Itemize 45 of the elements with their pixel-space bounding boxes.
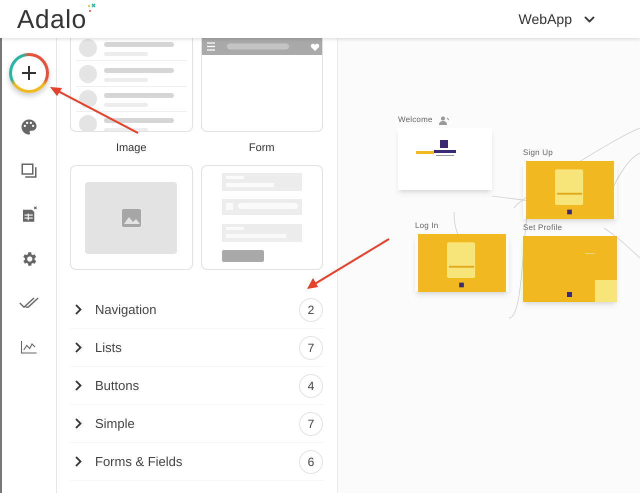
profile-screen-thumbnail[interactable]: [523, 236, 617, 302]
component-label: Form: [248, 141, 276, 156]
screen-title: Welcome: [398, 114, 433, 126]
sparkle-icon: [86, 3, 97, 13]
app-switcher[interactable]: WebApp: [518, 8, 595, 30]
category-row[interactable]: Simple 7: [70, 405, 323, 443]
logo[interactable]: Adalo: [17, 6, 87, 32]
screen-title: Set Profile: [523, 222, 562, 234]
form-screen-thumbnail[interactable]: [523, 161, 617, 219]
category-label: Lists: [95, 338, 122, 357]
chevron-right-icon: [75, 380, 82, 391]
double-check-icon: [19, 296, 39, 310]
welcome-screen-thumbnail[interactable]: [398, 128, 492, 190]
category-row[interactable]: Forms & Fields 6: [70, 443, 323, 481]
form-component-card[interactable]: [200, 165, 323, 270]
chart-icon: [20, 339, 38, 355]
app-bar-component-card[interactable]: [200, 38, 323, 132]
count-badge: 7: [299, 336, 323, 360]
add-button[interactable]: [9, 53, 49, 93]
count-badge: 2: [299, 298, 323, 322]
plus-icon: [21, 65, 37, 81]
category-label: Navigation: [95, 300, 156, 319]
count-badge: 7: [299, 412, 323, 436]
image-component-card[interactable]: [70, 165, 192, 270]
chevron-down-icon: [584, 16, 595, 22]
count-badge: 6: [299, 450, 323, 474]
category-row[interactable]: Buttons 4: [70, 367, 323, 405]
category-row[interactable]: Lists 7: [70, 329, 323, 367]
user-icon: [438, 116, 449, 124]
category-label: Buttons: [95, 376, 140, 395]
screens-icon: [20, 162, 38, 180]
category-label: Simple: [95, 414, 135, 433]
palette-icon: [20, 118, 38, 136]
category-label: Forms & Fields: [95, 452, 182, 471]
component-label: Image: [114, 141, 148, 156]
category-row[interactable]: Navigation 2: [70, 291, 323, 329]
screen-title: Log In: [415, 220, 438, 232]
count-badge: 4: [299, 374, 323, 398]
table-icon: [20, 206, 38, 224]
screen-title: Sign Up: [523, 147, 553, 159]
chevron-right-icon: [75, 418, 82, 429]
chevron-right-icon: [75, 304, 82, 315]
form-screen-thumbnail[interactable]: [415, 234, 509, 292]
chevron-right-icon: [75, 342, 82, 353]
chevron-right-icon: [75, 456, 82, 467]
